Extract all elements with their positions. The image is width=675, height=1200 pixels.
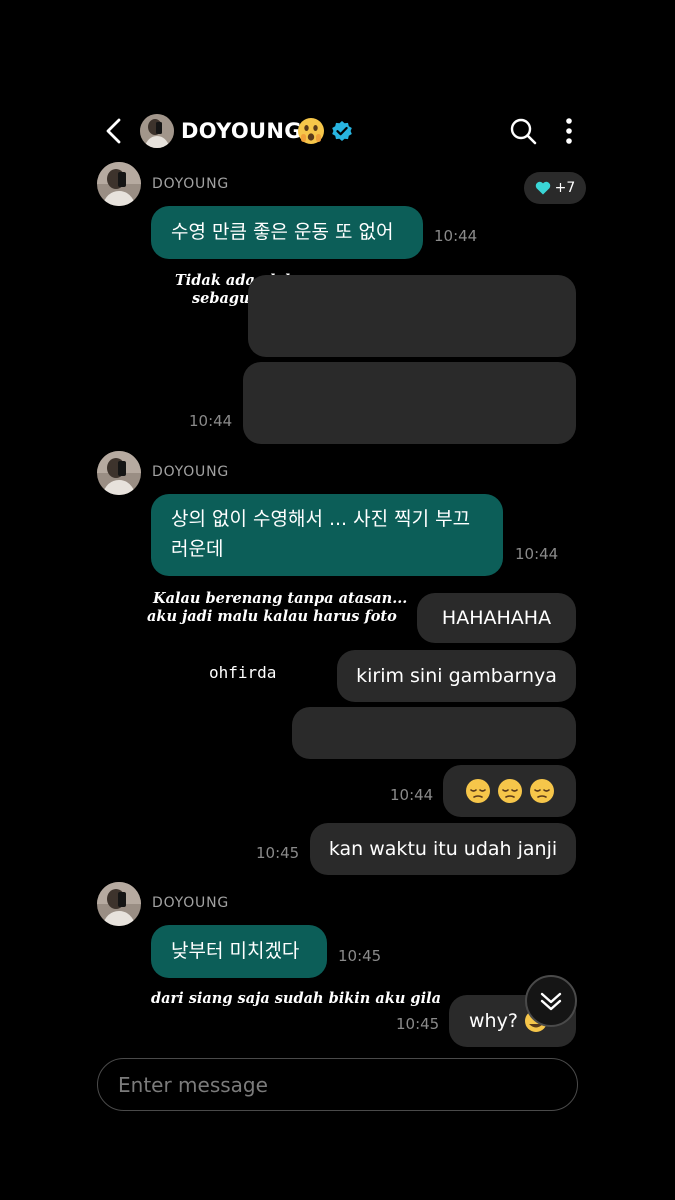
heart-icon <box>535 181 550 195</box>
message-input[interactable] <box>97 1058 578 1111</box>
message-time: 10:44 <box>189 412 233 430</box>
watermark-caption: ohfirda <box>209 663 277 682</box>
message-text: kirim sini gambarnya <box>356 665 557 687</box>
reaction-count: +7 <box>554 180 576 196</box>
back-arrow-icon[interactable] <box>100 114 130 148</box>
message-time: 10:45 <box>338 947 382 965</box>
translation-caption: Kalau berenang tanpa atasan... <box>153 590 408 607</box>
message-time: 10:44 <box>390 786 434 804</box>
translation-caption: dari siang saja sudah bikin aku gila <box>151 990 441 1007</box>
message-time: 10:45 <box>256 844 300 862</box>
reaction-badge[interactable]: +7 <box>524 172 586 204</box>
message-text: 러운데 <box>171 538 224 560</box>
astonished-face-emoji-icon <box>298 118 324 144</box>
sender-name: DOYOUNG <box>152 464 230 480</box>
outgoing-message-bubble-redacted[interactable] <box>243 362 576 444</box>
message-text: HAHAHAHA <box>441 607 552 629</box>
incoming-message-bubble[interactable]: 낮부터 미치겠다 <box>151 925 327 978</box>
search-icon[interactable] <box>508 116 538 146</box>
sender-avatar[interactable] <box>97 451 141 495</box>
incoming-message-bubble[interactable]: 상의 없이 수영해서 ... 사진 찍기 부끄 러운데 <box>151 494 503 576</box>
message-text: kan waktu itu udah janji <box>328 838 558 860</box>
header-avatar[interactable] <box>140 114 174 148</box>
outgoing-message-bubble-redacted[interactable] <box>248 275 576 357</box>
message-text: 수영 만큼 좋은 운동 또 없어 <box>171 221 394 243</box>
incoming-message-bubble[interactable]: 수영 만큼 좋은 운동 또 없어 <box>151 206 423 259</box>
pensive-face-emoji-icon <box>465 779 490 803</box>
translation-caption: aku jadi malu kalau harus foto <box>147 608 397 625</box>
outgoing-message-bubble[interactable]: HAHAHAHA <box>417 593 576 643</box>
outgoing-message-bubble-redacted[interactable] <box>292 707 576 759</box>
message-text: 상의 없이 수영해서 ... 사진 찍기 부끄 <box>171 508 471 530</box>
outgoing-message-bubble[interactable]: kirim sini gambarnya <box>337 650 576 702</box>
message-time: 10:45 <box>396 1015 440 1033</box>
message-text: 낮부터 미치겠다 <box>171 940 300 962</box>
more-options-icon[interactable] <box>558 116 580 146</box>
message-text: why? <box>469 1010 518 1032</box>
message-time: 10:44 <box>434 227 478 245</box>
sender-avatar[interactable] <box>97 162 141 206</box>
pensive-face-emoji-icon <box>529 779 554 803</box>
double-chevron-down-icon <box>540 992 562 1011</box>
sender-name: DOYOUNG <box>152 176 230 192</box>
verified-badge-icon <box>332 121 352 141</box>
contact-name[interactable]: DOYOUNG <box>181 116 302 146</box>
sender-avatar[interactable] <box>97 882 141 926</box>
outgoing-message-bubble[interactable] <box>443 765 576 817</box>
scroll-to-bottom-button[interactable] <box>525 975 577 1027</box>
pensive-face-emoji-icon <box>497 779 522 803</box>
outgoing-message-bubble[interactable]: kan waktu itu udah janji <box>310 823 576 875</box>
sender-name: DOYOUNG <box>152 895 230 911</box>
message-time: 10:44 <box>515 545 559 563</box>
